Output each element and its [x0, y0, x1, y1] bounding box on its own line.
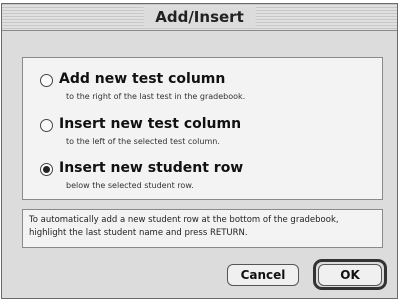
radio-button[interactable] [40, 74, 53, 87]
radio-button-selected[interactable] [40, 163, 53, 176]
options-group: Add new test column to the right of the … [22, 57, 383, 200]
ok-button[interactable]: OK [318, 264, 382, 286]
option-description: to the right of the last test in the gra… [66, 92, 246, 101]
option-label: Add new test column [59, 71, 226, 87]
option-description: to the left of the selected test column. [66, 137, 220, 146]
add-insert-dialog: Add/Insert Add new test column to the ri… [1, 3, 398, 299]
help-note: To automatically add a new student row a… [22, 209, 383, 248]
option-label: Insert new student row [59, 160, 244, 176]
option-label: Insert new test column [59, 116, 242, 132]
title-bar[interactable]: Add/Insert [2, 4, 397, 31]
option-description: below the selected student row. [66, 181, 194, 190]
radio-button[interactable] [40, 119, 53, 132]
cancel-button[interactable]: Cancel [227, 264, 299, 286]
dialog-title: Add/Insert [143, 7, 256, 27]
